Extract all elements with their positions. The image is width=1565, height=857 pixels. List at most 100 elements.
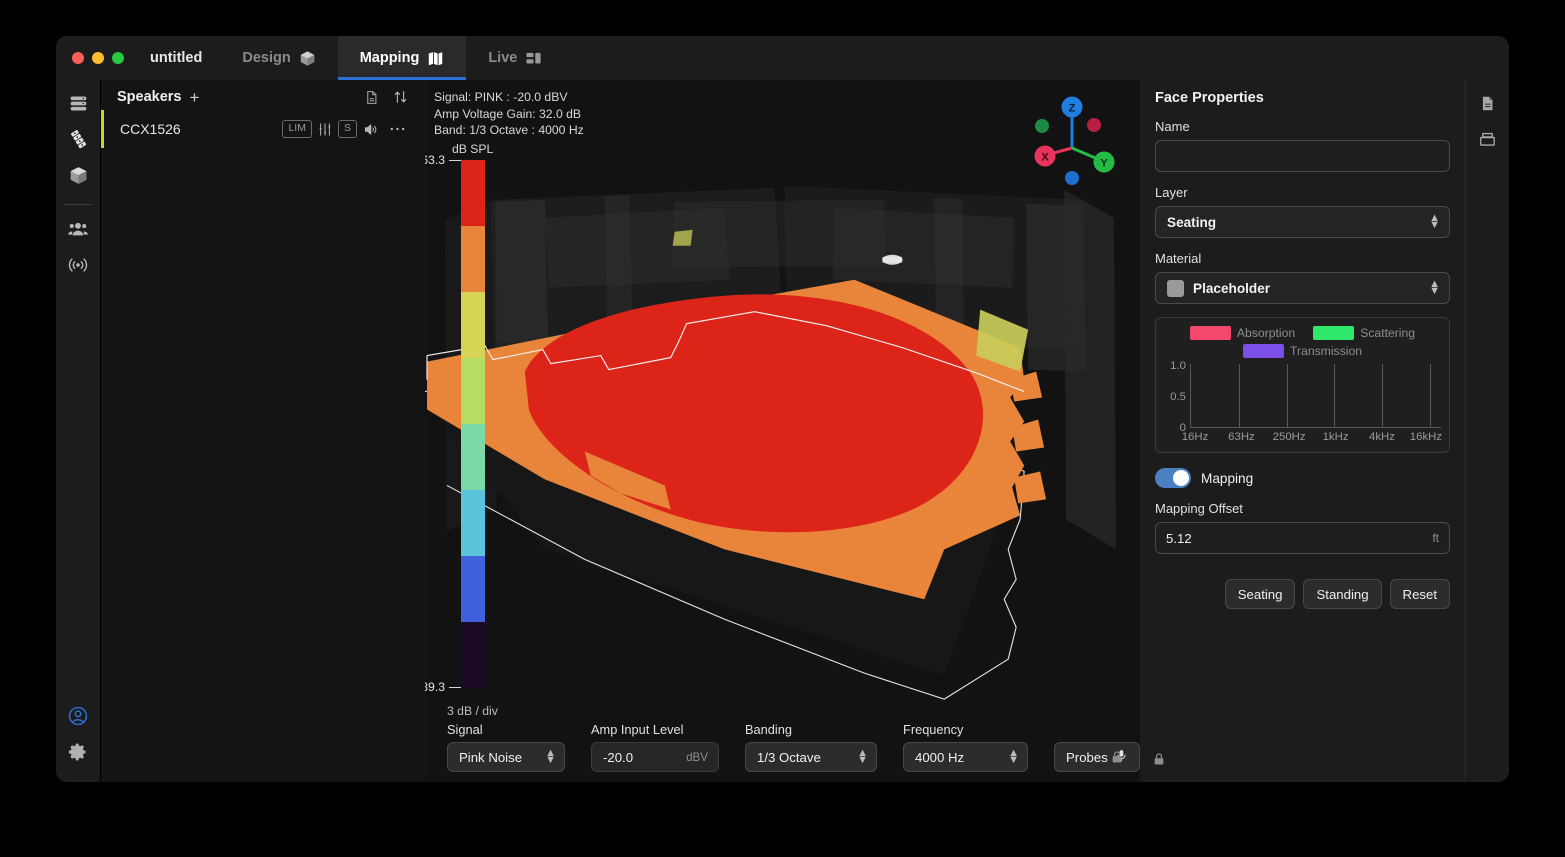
document-icon[interactable] (361, 90, 382, 105)
legend-row-1: Absorption Scattering (1190, 326, 1415, 340)
window-body: Speakers + CCX1 (56, 80, 1509, 782)
mapping-offset-input[interactable]: 5.12 ft (1155, 522, 1450, 554)
viewport-bottom-controls: Signal Pink Noise ▲▼ Amp Input Level -20… (447, 722, 1140, 772)
frequency-field: Frequency 4000 Hz ▲▼ (903, 722, 1028, 772)
colorbar-band-2 (461, 226, 485, 292)
layer-select[interactable]: Seating ▲▼ (1155, 206, 1450, 238)
right-icon-rail (1465, 80, 1509, 782)
viewport-lock-icon[interactable] (1110, 749, 1124, 770)
mapping-toggle[interactable] (1155, 468, 1191, 488)
signal-label: Signal (447, 722, 565, 737)
settings-gear-icon (68, 742, 88, 767)
reset-button[interactable]: Reset (1390, 579, 1450, 609)
colorbar-gradient (461, 160, 485, 688)
standing-button[interactable]: Standing (1303, 579, 1381, 609)
document-title: untitled (138, 36, 220, 80)
chevron-updown-icon: ▲▼ (1008, 750, 1019, 764)
layer-value: Seating (1167, 215, 1216, 230)
colorbar-band-3 (461, 292, 485, 358)
maximize-window-button[interactable] (112, 52, 124, 64)
rail-bottom-group (56, 700, 100, 772)
x-tick-2: 63Hz (1228, 431, 1255, 443)
chevron-updown-icon: ▲▼ (545, 750, 556, 764)
axis-gizmo[interactable]: Z Y X (1020, 88, 1120, 193)
rail-item-rack[interactable] (56, 88, 100, 124)
mapping-offset-label: Mapping Offset (1155, 501, 1450, 516)
spl-colorbar: 63.3 39.3 (461, 160, 485, 688)
frequency-value: 4000 Hz (915, 750, 964, 765)
scattering-label: Scattering (1360, 326, 1415, 340)
rail-item-signal[interactable] (56, 249, 100, 285)
more-options-icon[interactable] (384, 126, 411, 132)
frequency-select[interactable]: 4000 Hz ▲▼ (903, 742, 1028, 772)
tab-live[interactable]: Live (466, 36, 564, 80)
speakers-panel: Speakers + CCX1 (100, 80, 425, 782)
volume-icon[interactable] (357, 122, 384, 137)
seating-button[interactable]: Seating (1225, 579, 1296, 609)
chart-plot-area: 1.0 0.5 0 (1164, 364, 1441, 428)
minimize-window-button[interactable] (92, 52, 104, 64)
amp-input-level-input[interactable]: -20.0 dBV (591, 742, 719, 772)
cube-icon (299, 50, 316, 67)
material-select[interactable]: Placeholder ▲▼ (1155, 272, 1450, 304)
properties-lock-icon[interactable] (1152, 751, 1166, 772)
mapping-preset-buttons: Seating Standing Reset (1155, 579, 1450, 609)
speakers-title: Speakers (117, 89, 182, 105)
probes-button[interactable]: Probes (1054, 742, 1140, 772)
application-window: untitled Design Mapping Live (56, 36, 1509, 782)
sort-icon[interactable] (390, 89, 411, 105)
svg-text:X: X (1041, 152, 1049, 164)
rail-item-account[interactable] (56, 700, 100, 736)
grid-line-1 (1190, 364, 1191, 427)
legend-transmission: Transmission (1243, 344, 1362, 358)
face-properties-panel: Face Properties Name Layer Seating ▲▼ Ma… (1140, 80, 1465, 782)
limiter-badge[interactable]: LIM (282, 120, 312, 138)
rail-item-cube[interactable] (56, 160, 100, 196)
rail-item-settings[interactable] (56, 736, 100, 772)
signal-value: Pink Noise (459, 750, 522, 765)
close-window-button[interactable] (72, 52, 84, 64)
grid-line-2 (1239, 364, 1240, 427)
tab-design-label: Design (242, 50, 290, 66)
material-response-chart: Absorption Scattering Transmission (1155, 317, 1450, 453)
material-swatch (1167, 280, 1184, 297)
3d-viewport[interactable]: Signal: PINK : -20.0 dBV Amp Voltage Gai… (425, 80, 1140, 782)
rail-item-document-properties[interactable] (1466, 88, 1510, 124)
scattering-swatch (1313, 326, 1354, 340)
mapping-offset-unit: ft (1433, 532, 1439, 545)
grid-line-5 (1382, 364, 1383, 427)
banding-select[interactable]: 1/3 Octave ▲▼ (745, 742, 877, 772)
name-input[interactable] (1155, 140, 1450, 172)
amp-input-level-field: Amp Input Level -20.0 dBV (591, 722, 719, 772)
map-icon (427, 50, 444, 67)
x-tick-5: 4kHz (1369, 431, 1395, 443)
solo-badge[interactable]: S (338, 120, 357, 138)
colorbar-tick-max (449, 160, 461, 161)
chevron-updown-icon: ▲▼ (1429, 215, 1440, 229)
colorbar-band-6 (461, 490, 485, 556)
tab-design[interactable]: Design (220, 36, 337, 80)
signal-select[interactable]: Pink Noise ▲▼ (447, 742, 565, 772)
document-properties-icon (1479, 94, 1496, 118)
colorbar-band-1 (461, 160, 485, 226)
tab-mapping[interactable]: Mapping (338, 36, 467, 80)
rail-item-line-array[interactable] (56, 124, 100, 160)
left-icon-rail (56, 80, 100, 782)
chart-legend: Absorption Scattering Transmission (1164, 326, 1441, 358)
rail-divider (64, 204, 92, 205)
rail-item-layers[interactable] (1466, 124, 1510, 160)
colorbar-max-label: 63.3 (425, 153, 445, 167)
grid-line-6 (1430, 364, 1431, 427)
amp-input-level-unit: dBV (686, 751, 708, 764)
eq-sliders-icon[interactable] (312, 122, 338, 137)
add-speaker-button[interactable]: + (190, 89, 200, 106)
banding-label: Banding (745, 722, 877, 737)
colorbar-band-5 (461, 424, 485, 490)
legend-row-2: Transmission (1243, 344, 1362, 358)
cube-icon (68, 165, 89, 191)
rail-item-audience[interactable] (56, 213, 100, 249)
x-tick-4: 1kHz (1323, 431, 1349, 443)
y-tick-2: 0.5 (1170, 391, 1186, 403)
layer-label: Layer (1155, 185, 1450, 200)
table-row[interactable]: CCX1526 LIM S (101, 114, 425, 144)
